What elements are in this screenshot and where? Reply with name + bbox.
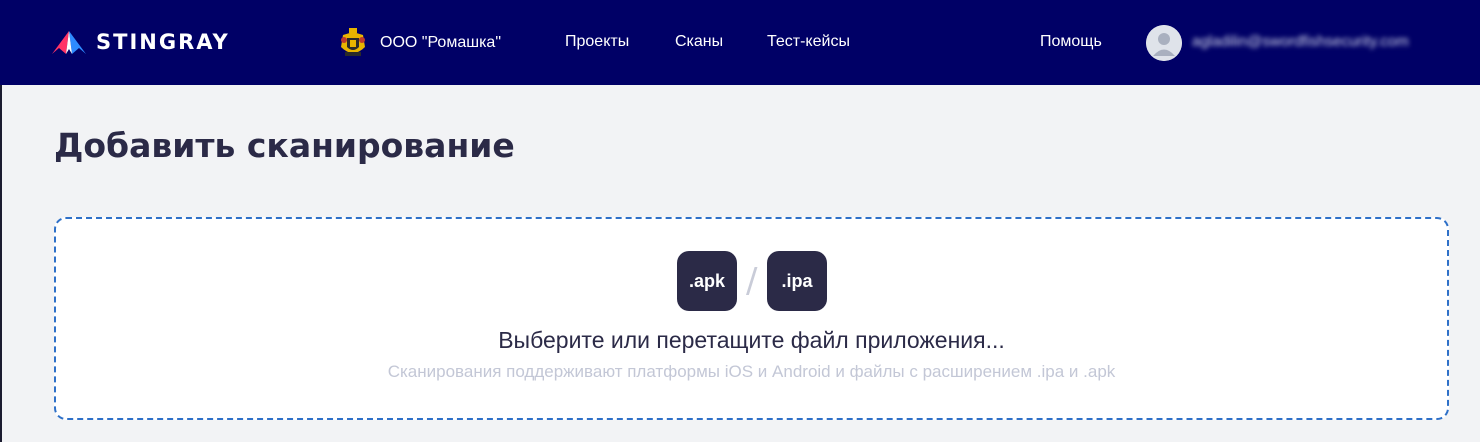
apk-badge: .apk: [677, 251, 737, 311]
dropzone-hint: Сканирования поддерживают платформы iOS …: [387, 362, 1116, 381]
dropzone-prompt: Выберите или перетащите файл приложения.…: [498, 327, 1005, 353]
left-edge-divider: [0, 85, 2, 442]
logo-text: STINGRAY: [96, 30, 230, 54]
page-title: Добавить сканирование: [54, 126, 515, 165]
help-link[interactable]: Помощь: [1040, 33, 1102, 51]
organization-name: ООО "Ромашка": [380, 34, 501, 51]
stingray-logo[interactable]: STINGRAY: [52, 27, 230, 57]
ipa-badge: .ipa: [767, 251, 827, 311]
user-avatar-icon: [1146, 25, 1182, 61]
badge-separator: /: [746, 261, 758, 301]
file-type-badges: .apk / .ipa: [56, 251, 1447, 311]
user-email[interactable]: agladilin@swordfishsecurity.com: [1192, 33, 1409, 50]
nav-scans[interactable]: Сканы: [675, 33, 723, 51]
file-upload-dropzone[interactable]: .apk / .ipa Выберите или перетащите файл…: [54, 217, 1449, 420]
stingray-logo-icon: [52, 31, 86, 54]
organization-selector[interactable]: ООО "Ромашка": [338, 26, 501, 60]
top-navigation-bar: STINGRAY ООО "Ромашка" Проекты Сканы Тес…: [0, 0, 1480, 85]
user-avatar[interactable]: [1146, 25, 1182, 61]
coat-of-arms-icon: [341, 28, 365, 56]
nav-projects[interactable]: Проекты: [565, 33, 629, 51]
nav-test-cases[interactable]: Тест-кейсы: [767, 33, 850, 51]
